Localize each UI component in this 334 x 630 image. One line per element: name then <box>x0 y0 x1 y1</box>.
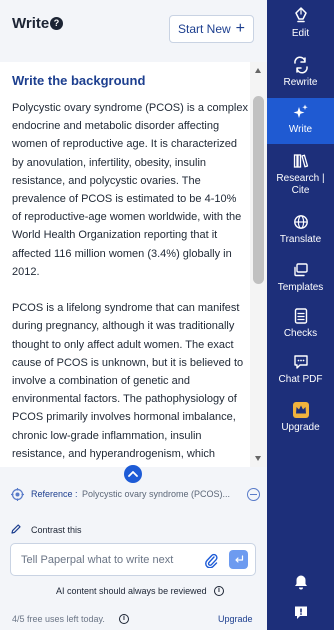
rail-label-research-cite: Research | Cite <box>276 173 325 196</box>
content-title: Write the background <box>12 73 146 88</box>
rail-label-checks: Checks <box>283 328 318 339</box>
sparkle-icon <box>293 104 308 118</box>
chat-icon <box>293 355 308 369</box>
start-new-label: Start New <box>178 22 231 36</box>
chevron-up-icon <box>128 471 138 477</box>
rail-label-write: Write <box>288 124 313 135</box>
rail-label-chat-pdf: Chat PDF <box>278 374 323 385</box>
pen-nib-icon <box>294 7 307 23</box>
content-paragraph: Polycystic ovary syndrome (PCOS) is a co… <box>12 102 248 278</box>
scroll-down-arrow-icon[interactable] <box>255 456 261 461</box>
panel-title: Write <box>12 15 50 32</box>
rail-item-templates[interactable]: Templates <box>267 261 334 301</box>
content-paragraph: PCOS is a lifelong syndrome that can man… <box>12 302 244 460</box>
rail-item-upgrade[interactable]: Upgrade <box>267 401 334 443</box>
ai-disclaimer: AI content should always be reviewed i <box>0 584 267 598</box>
bell-icon <box>294 575 307 590</box>
globe-icon <box>293 215 308 229</box>
scroll-to-top-button[interactable] <box>124 465 142 483</box>
rail-item-chat-pdf[interactable]: Chat PDF <box>267 353 334 393</box>
enter-icon <box>234 555 243 563</box>
rail-label-templates: Templates <box>277 282 324 293</box>
usage-info-icon[interactable]: i <box>119 614 129 624</box>
pencil-icon <box>11 524 21 534</box>
prompt-placeholder: Tell Paperpal what to write next <box>21 554 174 566</box>
tool-rail: Edit Rewrite Write Research | Cite Trans… <box>267 0 334 630</box>
notifications-button[interactable] <box>267 574 334 592</box>
usage-text: 4/5 free uses left today. <box>12 614 105 624</box>
write-panel: Write ? Start New + Write the background… <box>0 0 267 630</box>
contrast-label: Contrast this <box>31 525 82 535</box>
help-icon[interactable]: ? <box>50 17 63 30</box>
disclaimer-text: AI content should always be reviewed <box>56 586 207 596</box>
generated-content: Write the background Polycystic ovary sy… <box>0 62 267 467</box>
info-icon[interactable]: i <box>214 586 224 596</box>
rail-item-rewrite[interactable]: Rewrite <box>267 56 334 96</box>
rewrite-arrows-icon <box>293 56 308 74</box>
send-button[interactable] <box>229 550 248 569</box>
rail-label-edit: Edit <box>291 28 310 39</box>
reference-icon <box>11 488 24 501</box>
rail-label-upgrade: Upgrade <box>281 422 320 433</box>
rail-item-edit[interactable]: Edit <box>267 7 334 47</box>
rail-item-research-cite[interactable]: Research | Cite <box>267 152 334 204</box>
templates-icon <box>293 263 308 277</box>
scrollbar[interactable] <box>250 62 267 467</box>
usage-bar: 4/5 free uses left today. i Upgrade <box>0 611 267 627</box>
rail-item-checks[interactable]: Checks <box>267 307 334 347</box>
rail-item-translate[interactable]: Translate <box>267 213 334 253</box>
rail-label-translate: Translate <box>279 234 322 245</box>
panel-header: Write ? Start New + <box>0 0 267 56</box>
books-icon <box>293 154 308 168</box>
reference-label: Reference : <box>31 489 78 499</box>
content-body: Polycystic ovary syndrome (PCOS) is a co… <box>12 99 248 467</box>
feedback-button[interactable] <box>267 605 334 623</box>
upgrade-link[interactable]: Upgrade <box>218 614 253 624</box>
start-new-button[interactable]: Start New + <box>169 15 254 43</box>
contrast-row[interactable]: Contrast this <box>0 520 267 540</box>
reference-row: Reference : Polycystic ovary syndrome (P… <box>0 482 267 508</box>
remove-reference-icon[interactable] <box>247 488 260 501</box>
crown-icon <box>292 402 309 418</box>
checklist-icon <box>294 308 307 324</box>
prompt-input[interactable]: Tell Paperpal what to write next <box>10 543 256 576</box>
feedback-icon <box>294 606 307 619</box>
scroll-up-arrow-icon[interactable] <box>255 68 261 73</box>
reference-value[interactable]: Polycystic ovary syndrome (PCOS)... <box>82 489 239 499</box>
rail-label-rewrite: Rewrite <box>283 77 318 88</box>
paperclip-icon[interactable] <box>204 552 218 568</box>
scrollbar-thumb[interactable] <box>253 96 264 284</box>
plus-icon: + <box>235 20 245 37</box>
rail-item-write[interactable]: Write <box>267 98 334 144</box>
